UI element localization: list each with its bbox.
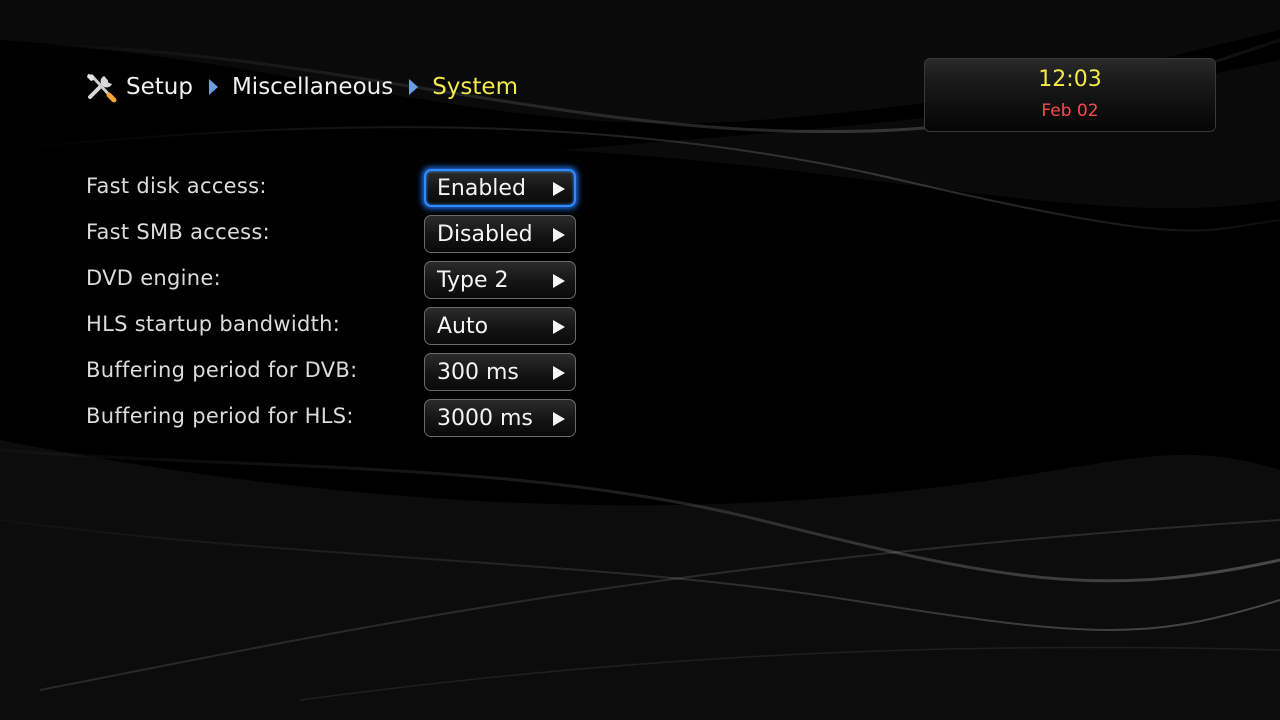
setting-label: HLS startup bandwidth: [86, 312, 341, 336]
setting-label: Fast SMB access: [86, 220, 271, 244]
chevron-right-icon [208, 79, 218, 95]
setting-value: Disabled [437, 222, 533, 247]
arrow-right-icon [553, 320, 565, 334]
breadcrumb: Setup Miscellaneous System [84, 68, 518, 106]
setting-row-buffering-dvb: Buffering period for DVB: 300 ms [86, 350, 586, 396]
setting-value-selector[interactable]: Auto [424, 307, 576, 345]
setting-value-selector[interactable]: Type 2 [424, 261, 576, 299]
arrow-right-icon [553, 412, 565, 426]
setting-value: Type 2 [437, 268, 509, 293]
setting-label: Buffering period for HLS: [86, 404, 354, 428]
arrow-right-icon [553, 228, 565, 242]
arrow-right-icon [553, 366, 565, 380]
breadcrumb-item-miscellaneous[interactable]: Miscellaneous [232, 74, 393, 100]
setting-label: Fast disk access: [86, 174, 267, 198]
setting-row-buffering-hls: Buffering period for HLS: 3000 ms [86, 396, 586, 442]
clock-date: Feb 02 [1041, 101, 1099, 121]
setting-value: 3000 ms [437, 406, 533, 431]
setting-value-selector[interactable]: 3000 ms [424, 399, 576, 437]
setting-value: 300 ms [437, 360, 519, 385]
setting-value: Enabled [437, 176, 526, 201]
setting-value: Auto [437, 314, 489, 339]
setting-row-fast-disk-access: Fast disk access: Enabled [86, 166, 586, 212]
breadcrumb-item-system: System [432, 74, 518, 100]
settings-list: Fast disk access: Enabled Fast SMB acces… [86, 166, 586, 442]
chevron-right-icon [409, 79, 419, 95]
breadcrumb-item-setup[interactable]: Setup [126, 74, 193, 100]
arrow-right-icon [553, 182, 565, 196]
setting-row-dvd-engine: DVD engine: Type 2 [86, 258, 586, 304]
tools-icon [87, 74, 117, 103]
setting-label: Buffering period for DVB: [86, 358, 358, 382]
setting-value-selector[interactable]: Disabled [424, 215, 576, 253]
setting-row-fast-smb-access: Fast SMB access: Disabled [86, 212, 586, 258]
clock-panel: 12:03 Feb 02 [924, 58, 1216, 132]
arrow-right-icon [553, 274, 565, 288]
setting-value-selector[interactable]: 300 ms [424, 353, 576, 391]
setting-value-selector[interactable]: Enabled [424, 169, 576, 207]
setting-row-hls-startup-bandwidth: HLS startup bandwidth: Auto [86, 304, 586, 350]
setting-label: DVD engine: [86, 266, 222, 290]
clock-time: 12:03 [1038, 67, 1102, 92]
